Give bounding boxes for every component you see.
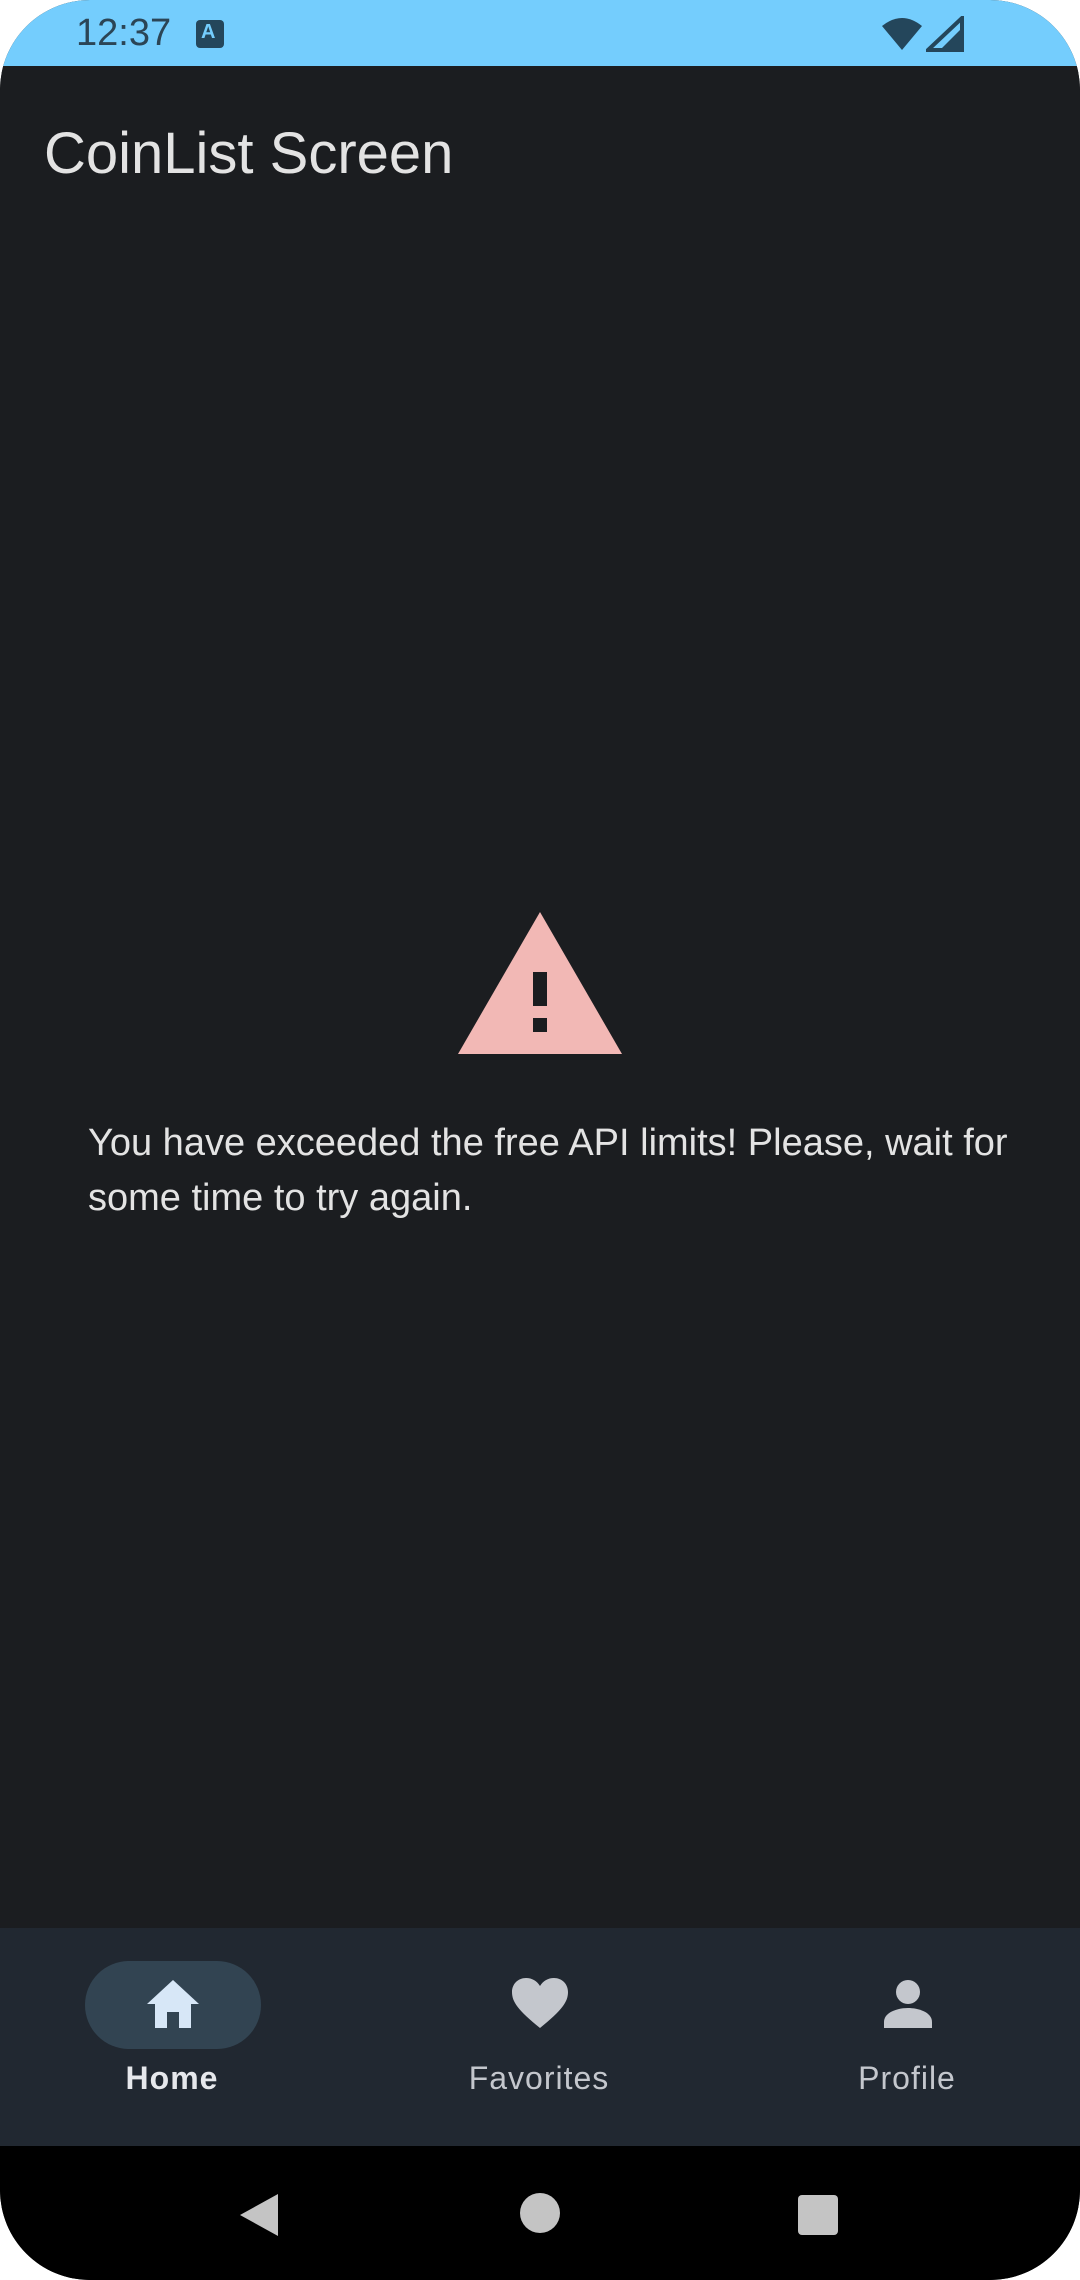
heart-icon [512, 1978, 568, 2028]
wifi-icon [882, 18, 922, 50]
bottom-navigation: Home Favorites Profile [0, 1928, 1080, 2146]
coinlist-screen: CoinList Screen You have exceeded the fr… [0, 66, 1080, 1928]
nav-label-home: Home [125, 2060, 219, 2096]
nav-item-home[interactable]: Home [22, 1928, 322, 2146]
nav-label-profile: Profile [858, 2060, 956, 2096]
nav-label-favorites: Favorites [468, 2060, 610, 2096]
page-title: CoinList Screen [44, 121, 454, 186]
home-icon [147, 1980, 199, 2028]
system-navigation-bar [0, 2146, 1080, 2280]
status-time: 12:37 [76, 12, 172, 54]
nav-item-profile[interactable]: Profile [757, 1928, 1057, 2146]
person-icon [884, 1980, 932, 2028]
recents-icon[interactable] [797, 2194, 839, 2236]
error-message: You have exceeded the free API limits! P… [88, 1122, 1008, 1219]
device-frame: 12:37 A CoinList Screen You have exceede… [0, 0, 1080, 2280]
cell-signal-icon [926, 16, 964, 52]
nav-item-favorites[interactable]: Favorites [389, 1928, 689, 2146]
status-bar: 12:37 A [0, 0, 1080, 66]
warning-icon [458, 912, 622, 1054]
home-circle-icon[interactable] [519, 2192, 561, 2234]
back-icon[interactable] [236, 2192, 282, 2238]
text-a-icon: A [196, 20, 224, 48]
